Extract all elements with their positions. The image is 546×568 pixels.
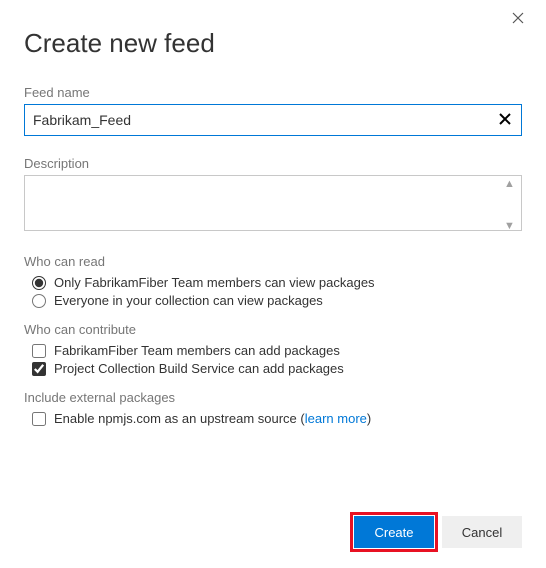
description-textarea[interactable] <box>24 175 522 231</box>
contribute-option-team[interactable]: FabrikamFiber Team members can add packa… <box>32 343 522 358</box>
feed-name-label: Feed name <box>24 85 522 100</box>
close-button[interactable] <box>508 10 528 29</box>
who-can-contribute-label: Who can contribute <box>24 322 522 337</box>
contribute-option-team-label: FabrikamFiber Team members can add packa… <box>54 343 340 358</box>
read-radio-team[interactable] <box>32 276 46 290</box>
read-option-team[interactable]: Only FabrikamFiber Team members can view… <box>32 275 522 290</box>
description-label: Description <box>24 156 522 171</box>
clear-icon <box>498 112 512 126</box>
panel-title: Create new feed <box>24 28 522 59</box>
feed-name-input[interactable] <box>24 104 522 136</box>
read-option-everyone[interactable]: Everyone in your collection can view pac… <box>32 293 522 308</box>
create-button[interactable]: Create <box>354 516 434 548</box>
read-option-team-label: Only FabrikamFiber Team members can view… <box>54 275 375 290</box>
contribute-option-build-label: Project Collection Build Service can add… <box>54 361 344 376</box>
cancel-button[interactable]: Cancel <box>442 516 522 548</box>
who-can-read-label: Who can read <box>24 254 522 269</box>
contribute-checkbox-team[interactable] <box>32 344 46 358</box>
learn-more-link[interactable]: learn more <box>305 411 367 426</box>
close-icon <box>512 12 524 24</box>
external-option-npmjs-label: Enable npmjs.com as an upstream source (… <box>54 411 371 426</box>
external-checkbox-npmjs[interactable] <box>32 412 46 426</box>
read-radio-everyone[interactable] <box>32 294 46 308</box>
external-option-npmjs[interactable]: Enable npmjs.com as an upstream source (… <box>32 411 522 426</box>
external-packages-label: Include external packages <box>24 390 522 405</box>
create-feed-panel: Create new feed Feed name Description ▲ … <box>0 0 546 426</box>
read-option-everyone-label: Everyone in your collection can view pac… <box>54 293 323 308</box>
contribute-checkbox-build[interactable] <box>32 362 46 376</box>
clear-feed-name-button[interactable] <box>494 111 516 129</box>
contribute-option-build[interactable]: Project Collection Build Service can add… <box>32 361 522 376</box>
dialog-footer: Create Cancel <box>354 516 522 548</box>
